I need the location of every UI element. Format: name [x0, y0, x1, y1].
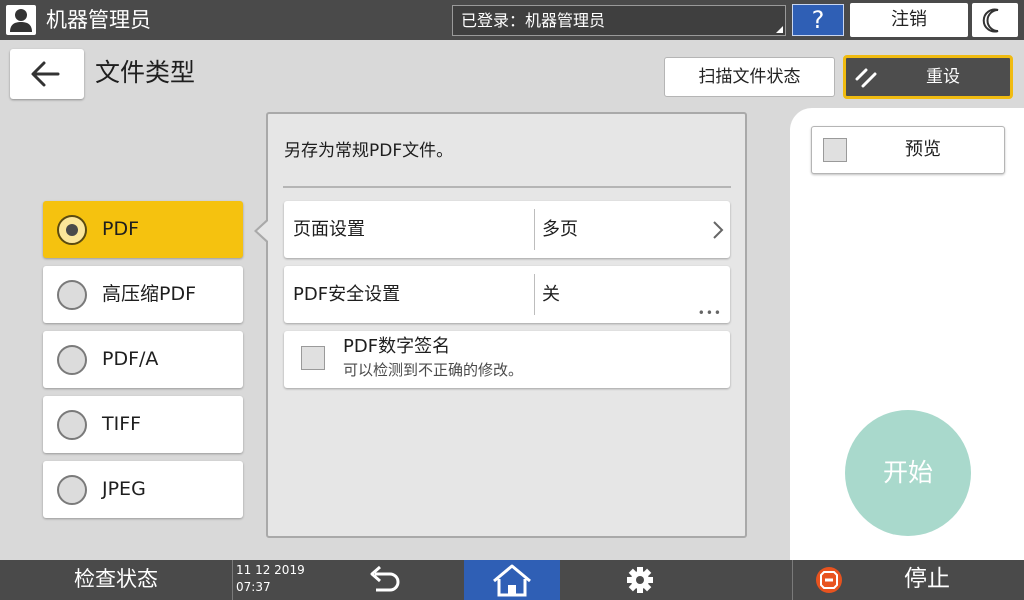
- file-type-jpeg[interactable]: JPEG: [43, 461, 243, 518]
- chevron-right-icon: [713, 221, 724, 239]
- digital-signature-title: PDF数字签名: [343, 336, 451, 357]
- time-text: 07:37: [236, 580, 271, 594]
- file-type-label: TIFF: [102, 413, 142, 435]
- date-text: 11 12 2019: [236, 563, 305, 577]
- moon-icon: [982, 8, 999, 33]
- page-setting-row[interactable]: 页面设置 多页: [284, 201, 730, 258]
- scan-status-button[interactable]: 扫描文件状态: [664, 57, 835, 97]
- radio-button: [57, 280, 87, 310]
- check-status-button[interactable]: 检查状态: [0, 560, 232, 600]
- return-button[interactable]: [350, 560, 420, 600]
- radio-button: [57, 475, 87, 505]
- file-type-label: PDF: [102, 218, 140, 240]
- digital-signature-row[interactable]: PDF数字签名 可以检测到不正确的修改。: [284, 331, 730, 388]
- more-options-icon: •••: [697, 306, 722, 320]
- home-button[interactable]: [464, 560, 560, 600]
- panel-divider: [283, 186, 731, 188]
- file-type-label: PDF/A: [102, 348, 159, 370]
- file-type-pdf[interactable]: PDF: [43, 201, 243, 258]
- help-button[interactable]: ?: [792, 4, 844, 36]
- login-status-box[interactable]: 已登录：机器管理员: [452, 5, 786, 36]
- reset-label: 重设: [926, 67, 960, 87]
- login-status-text: 已登录：机器管理员: [461, 11, 606, 30]
- file-type-high-compression-pdf[interactable]: 高压缩PDF: [43, 266, 243, 323]
- preview-button[interactable]: 预览: [811, 126, 1005, 174]
- bar-separator: [792, 560, 793, 600]
- bottom-bar: 检查状态 11 12 2019 07:37 停止: [0, 560, 1024, 600]
- reset-button[interactable]: 重设: [843, 55, 1013, 99]
- user-title: 机器管理员: [46, 8, 151, 32]
- panel-description: 另存为常规PDF文件。: [284, 141, 454, 161]
- bar-separator: [232, 560, 233, 600]
- row-separator: [534, 209, 535, 250]
- preview-checkbox: [823, 138, 847, 162]
- page-title: 文件类型: [95, 58, 196, 87]
- radio-button: [57, 410, 87, 440]
- pdf-security-value: 关: [542, 284, 560, 305]
- page-setting-value: 多页: [542, 219, 578, 240]
- energy-saver-button[interactable]: [972, 3, 1018, 37]
- gear-icon: [627, 567, 653, 593]
- file-type-pdf-a[interactable]: PDF/A: [43, 331, 243, 388]
- corner-indicator-icon: [776, 26, 783, 33]
- digital-signature-subtitle: 可以检测到不正确的修改。: [343, 361, 524, 379]
- row-separator: [534, 274, 535, 315]
- page-setting-label: 页面设置: [293, 219, 365, 240]
- logout-button[interactable]: 注销: [850, 3, 968, 37]
- user-icon[interactable]: [6, 5, 36, 35]
- reset-icon: [855, 68, 877, 88]
- settings-button[interactable]: [610, 560, 670, 600]
- return-arrow-icon: [370, 565, 400, 592]
- back-arrow-icon: [31, 61, 60, 87]
- panel-pointer-inner: [257, 221, 268, 241]
- stop-button[interactable]: 停止: [904, 560, 950, 598]
- back-button[interactable]: [10, 49, 84, 99]
- pdf-security-row[interactable]: PDF安全设置 关 •••: [284, 266, 730, 323]
- radio-button: [57, 345, 87, 375]
- pdf-security-label: PDF安全设置: [293, 284, 401, 305]
- pdf-settings-panel: [266, 112, 747, 538]
- preview-label: 预览: [905, 139, 941, 160]
- top-bar: 机器管理员 已登录：机器管理员 ? 注销: [0, 0, 1024, 40]
- file-type-label: 高压缩PDF: [102, 283, 197, 305]
- file-type-label: JPEG: [102, 478, 146, 500]
- radio-button: [57, 215, 87, 245]
- datetime-display: 11 12 2019 07:37: [236, 562, 305, 596]
- stop-icon[interactable]: [815, 566, 843, 594]
- start-button[interactable]: 开始: [845, 410, 971, 536]
- digital-signature-checkbox[interactable]: [301, 346, 325, 370]
- home-icon: [493, 564, 531, 597]
- file-type-tiff[interactable]: TIFF: [43, 396, 243, 453]
